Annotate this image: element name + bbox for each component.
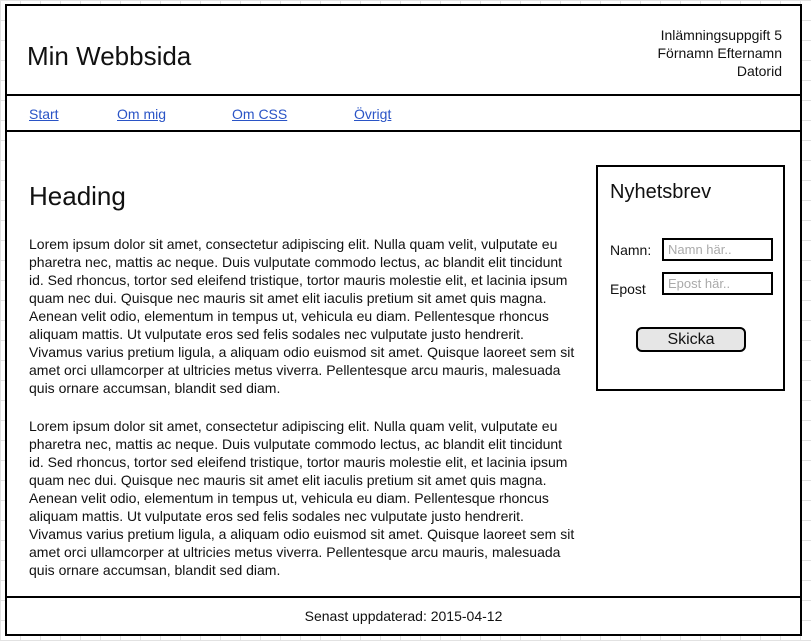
main-nav: Start Om mig Om CSS Övrigt xyxy=(7,94,800,132)
computer-id-line: Datorid xyxy=(736,63,782,79)
submit-button[interactable]: Skicka xyxy=(636,327,746,352)
body-paragraph-2: Lorem ipsum dolor sit amet, consectetur … xyxy=(29,418,575,578)
email-input[interactable] xyxy=(662,272,773,295)
body-paragraph-1: Lorem ipsum dolor sit amet, consectetur … xyxy=(29,236,575,396)
page-frame: Min Webbsida Inlämningsuppgift 5 Förnamn… xyxy=(5,4,802,636)
nav-link-ovrigt[interactable]: Övrigt xyxy=(354,106,391,122)
email-label: Epost xyxy=(610,281,646,297)
site-title: Min Webbsida xyxy=(27,41,192,71)
name-label: Namn: xyxy=(610,242,652,258)
newsletter-box: Nyhetsbrev Namn: Epost Skicka xyxy=(596,165,785,391)
nav-link-om-mig[interactable]: Om mig xyxy=(117,106,166,122)
main-heading: Heading xyxy=(29,181,126,211)
newsletter-title: Nyhetsbrev xyxy=(610,181,712,203)
last-updated-text: Senast uppdaterad: 2015-04-12 xyxy=(304,608,503,624)
name-input[interactable] xyxy=(662,238,773,261)
site-footer: Senast uppdaterad: 2015-04-12 xyxy=(7,596,800,634)
content-area: Heading Lorem ipsum dolor sit amet, cons… xyxy=(7,132,800,598)
nav-link-start[interactable]: Start xyxy=(29,106,59,122)
header-info: Inlämningsuppgift 5 Förnamn Efternamn Da… xyxy=(658,26,783,80)
nav-link-om-css[interactable]: Om CSS xyxy=(232,106,287,122)
main-column: Heading Lorem ipsum dolor sit amet, cons… xyxy=(29,180,579,599)
assignment-line: Inlämningsuppgift 5 xyxy=(660,27,782,43)
author-name-line: Förnamn Efternamn xyxy=(657,45,783,61)
site-header: Min Webbsida Inlämningsuppgift 5 Förnamn… xyxy=(7,6,800,94)
